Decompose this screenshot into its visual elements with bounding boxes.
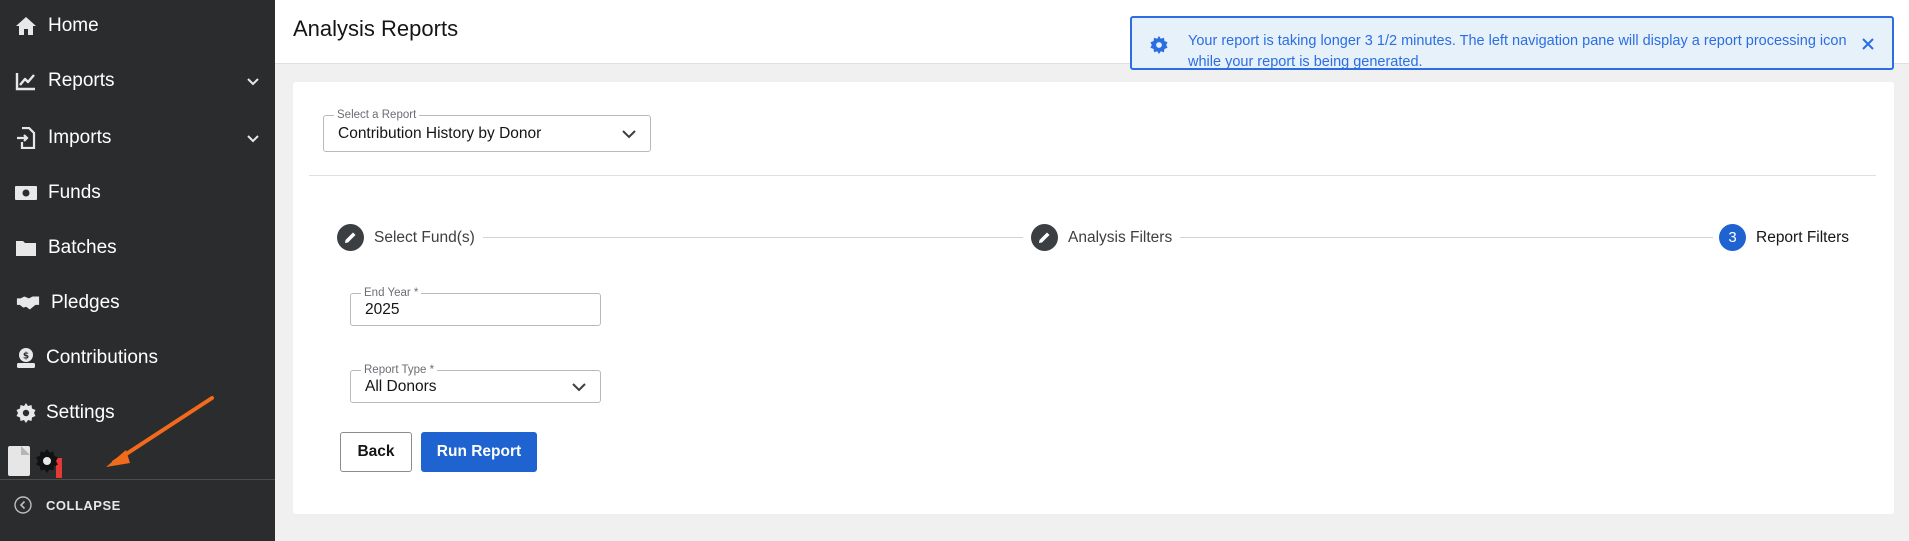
sidebar-item-funds[interactable]: Funds xyxy=(0,173,275,213)
sidebar-item-imports[interactable]: Imports xyxy=(0,118,275,158)
gear-icon xyxy=(1150,36,1168,54)
svg-text:$: $ xyxy=(23,352,29,362)
step-label: Report Filters xyxy=(1756,228,1850,246)
step-select-funds[interactable]: Select Fund(s) xyxy=(337,224,483,251)
chevron-left-circle-icon xyxy=(14,496,32,514)
report-card: Select a Report Contribution History by … xyxy=(293,82,1894,514)
close-icon[interactable] xyxy=(1860,36,1876,52)
import-icon xyxy=(14,126,38,150)
sidebar-item-batches[interactable]: Batches xyxy=(0,228,275,268)
sidebar-item-label: Pledges xyxy=(51,292,120,313)
card-divider xyxy=(309,175,1876,176)
sidebar-divider xyxy=(0,479,275,480)
step-report-filters[interactable]: 3 Report Filters xyxy=(1713,224,1850,251)
report-type-value: All Donors xyxy=(365,378,437,395)
money-icon xyxy=(14,181,38,205)
chevron-down-icon[interactable] xyxy=(245,130,261,146)
sidebar-item-label: Funds xyxy=(48,182,101,203)
step-number: 3 xyxy=(1719,224,1746,251)
back-button[interactable]: Back xyxy=(340,432,412,472)
donate-icon: $ xyxy=(14,346,38,370)
sidebar-item-label: Contributions xyxy=(46,347,158,368)
report-select[interactable]: Select a Report Contribution History by … xyxy=(323,109,651,152)
end-year-label: End Year * xyxy=(361,287,422,299)
chart-line-icon xyxy=(14,69,38,93)
end-year-value: 2025 xyxy=(365,301,400,318)
step-connector xyxy=(1173,237,1783,238)
chevron-down-icon[interactable] xyxy=(245,73,261,89)
sidebar-item-label: Batches xyxy=(48,237,117,258)
chevron-down-icon xyxy=(572,383,586,392)
run-report-button[interactable]: Run Report xyxy=(421,432,537,472)
page-title: Analysis Reports xyxy=(293,16,459,41)
home-icon xyxy=(14,14,38,38)
pencil-icon xyxy=(1031,224,1058,251)
pencil-icon xyxy=(337,224,364,251)
gear-icon xyxy=(14,401,38,425)
sidebar-item-label: Imports xyxy=(48,127,112,148)
alert-message: Your report is taking longer 3 1/2 minut… xyxy=(1188,33,1847,70)
folder-icon xyxy=(14,236,38,260)
handshake-icon xyxy=(16,291,40,315)
sidebar-item-label: Reports xyxy=(48,70,115,91)
report-type-select[interactable]: Report Type * All Donors xyxy=(350,364,601,403)
report-select-label: Select a Report xyxy=(334,109,420,121)
sidebar-item-pledges[interactable]: Pledges xyxy=(0,283,275,323)
step-connector xyxy=(483,237,1023,238)
sidebar-item-settings[interactable]: Settings xyxy=(0,393,275,433)
collapse-button[interactable]: COLLAPSE xyxy=(14,496,121,514)
info-alert: Your report is taking longer 3 1/2 minut… xyxy=(1130,16,1894,70)
collapse-label: COLLAPSE xyxy=(46,497,121,513)
chevron-down-icon xyxy=(622,130,636,139)
sidebar-item-label: Settings xyxy=(46,402,115,423)
sidebar-item-reports[interactable]: Reports xyxy=(0,61,275,101)
sidebar-item-home[interactable]: Home xyxy=(0,6,275,46)
report-select-value: Contribution History by Donor xyxy=(338,125,542,142)
sidebar-item-label: Home xyxy=(48,15,99,36)
end-year-field[interactable]: End Year * 2025 xyxy=(350,287,601,326)
sidebar-item-contributions[interactable]: $ Contributions xyxy=(0,338,275,378)
sidebar: Home Reports Imports Funds Batches Pledg… xyxy=(0,0,275,541)
report-processing-icon[interactable] xyxy=(6,444,68,480)
report-type-label: Report Type * xyxy=(361,364,438,376)
step-label: Analysis Filters xyxy=(1068,228,1173,246)
step-label: Select Fund(s) xyxy=(374,228,475,246)
step-analysis-filters[interactable]: Analysis Filters xyxy=(1027,224,1181,251)
